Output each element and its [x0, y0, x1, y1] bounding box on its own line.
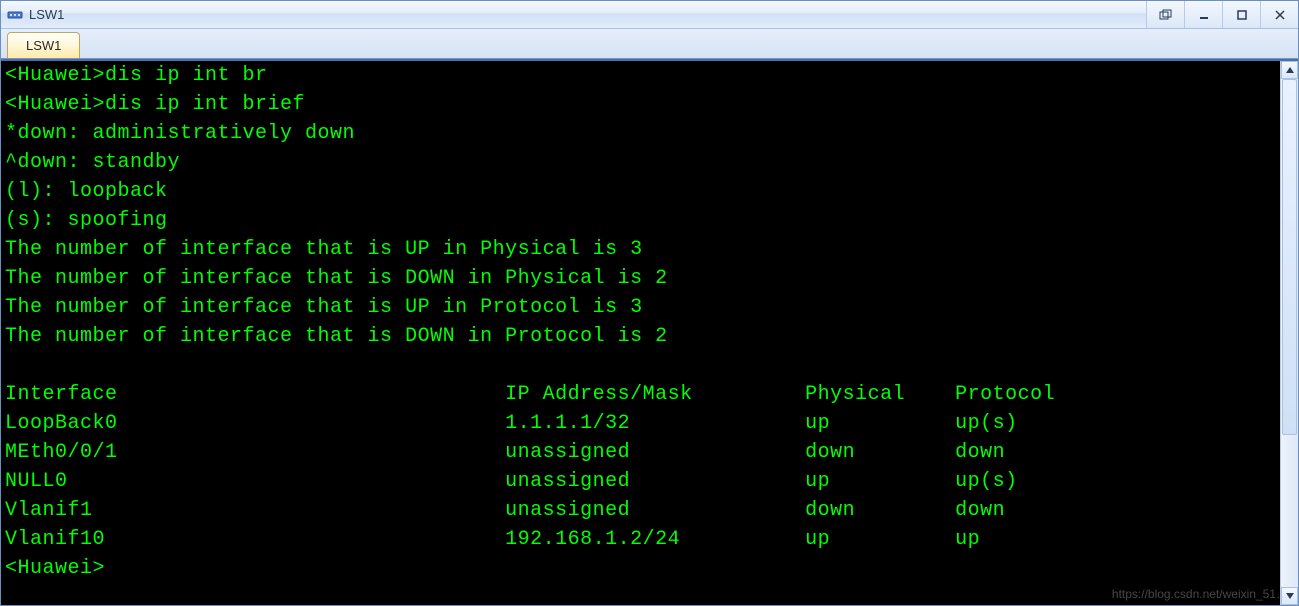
window-title: LSW1	[29, 7, 64, 22]
tabstrip: LSW1	[1, 29, 1298, 59]
vertical-scrollbar[interactable]	[1280, 61, 1298, 605]
tab-label: LSW1	[26, 38, 61, 53]
tab-lsw1[interactable]: LSW1	[7, 32, 80, 58]
window-controls	[1146, 1, 1298, 28]
restore-window-button[interactable]	[1146, 1, 1184, 28]
terminal-output[interactable]: <Huawei>dis ip int br <Huawei>dis ip int…	[1, 61, 1280, 605]
scroll-up-button[interactable]	[1281, 61, 1298, 79]
close-button[interactable]	[1260, 1, 1298, 28]
titlebar[interactable]: LSW1	[1, 1, 1298, 29]
minimize-button[interactable]	[1184, 1, 1222, 28]
maximize-button[interactable]	[1222, 1, 1260, 28]
terminal-area: <Huawei>dis ip int br <Huawei>dis ip int…	[1, 59, 1298, 605]
network-switch-icon	[7, 7, 23, 23]
scroll-down-button[interactable]	[1281, 587, 1298, 605]
scrollbar-track[interactable]	[1281, 79, 1298, 587]
scrollbar-thumb[interactable]	[1282, 79, 1297, 435]
app-window: LSW1 LSW1 <Huawei>dis ip int br <Huawei>…	[0, 0, 1299, 606]
